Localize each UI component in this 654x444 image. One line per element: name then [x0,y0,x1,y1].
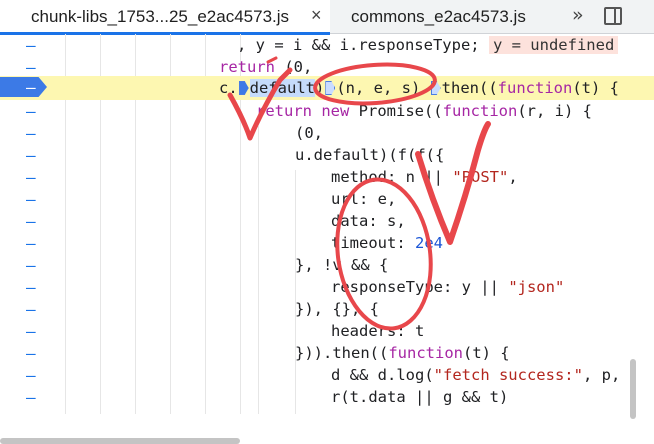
string-literal: "json" [508,278,565,296]
code-line[interactable]: – timeout: 2e4 [0,232,654,254]
code-text: (r, i) { [517,102,592,120]
inline-breakpoint-icon[interactable] [325,81,336,95]
tab-label: chunk-libs_1753...25_e2ac4573.js [31,7,290,26]
code-text: , p, [582,366,621,384]
vertical-scrollbar[interactable] [630,359,636,419]
string-literal: "fetch success:" [433,366,583,384]
code-line[interactable]: – u.default)(f(f({ [0,144,654,166]
line-marker[interactable]: – [26,278,36,297]
code-line[interactable]: – r(t.data || g && t) [0,386,654,408]
line-marker[interactable]: – [26,58,36,77]
current-execution-line[interactable]: – c. default) (n, e, s). then((function(t) … [0,76,654,100]
code-editor[interactable]: – , y = i && i.responseType; y = undefin… [0,34,654,444]
code-line[interactable]: – responseType: y || "json" [0,276,654,298]
line-marker[interactable]: – [26,36,36,55]
code-line[interactable]: – })).then((function(t) { [0,342,654,364]
line-marker[interactable]: – [26,102,36,121]
inline-value-badge: y = undefined [488,36,619,54]
code-text: method: n || [331,168,453,186]
line-marker[interactable]: – [26,388,36,407]
code-line[interactable]: – return new Promise((function(r, i) { [0,100,654,122]
toggle-sidebar-icon[interactable] [604,7,622,25]
inline-breakpoint-icon[interactable] [430,81,441,95]
execution-pointer-icon[interactable]: – [0,77,47,97]
code-text: then(( [441,79,498,97]
line-marker[interactable]: – [26,124,36,143]
code-text: (n, e, s). [336,79,430,97]
keyword: function [497,79,573,97]
code-text: d && d.log( [331,366,434,384]
line-marker: – [26,78,36,97]
code-text: c. [219,79,238,97]
code-text: }), {}, { [295,300,379,318]
line-marker[interactable]: – [26,190,36,209]
code-text: u.default)(f(f({ [295,146,445,164]
code-text: , [508,168,518,186]
line-marker[interactable]: – [26,234,36,253]
keyword: function [442,102,518,120]
line-marker[interactable]: – [26,146,36,165]
code-line[interactable]: – headers: t [0,320,654,342]
line-marker[interactable]: – [26,256,36,275]
line-marker[interactable]: – [26,168,36,187]
code-text: ) [315,79,325,97]
line-marker[interactable]: – [26,322,36,341]
inline-breakpoint-icon[interactable] [238,81,249,95]
code-line[interactable]: – d && d.log("fetch success:", p, [0,364,654,386]
number-literal: 2e4 [415,234,443,252]
tab-label: commons_e2ac4573.js [351,7,526,26]
code-text: (t) { [572,79,619,97]
horizontal-scrollbar[interactable] [0,438,240,444]
line-marker[interactable]: – [26,366,36,385]
keyword: function [388,344,463,362]
tab-commons[interactable]: commons_e2ac4573.js [351,0,526,34]
line-marker[interactable]: – [26,344,36,363]
code-line[interactable]: – , y = i && i.responseType; y = undefin… [0,34,654,56]
code-text: headers: t [331,322,425,340]
keyword: return [219,58,275,76]
code-text: timeout: [331,234,415,252]
code-text: url: e, [331,190,397,208]
editor-tab-bar: chunk-libs_1753...25_e2ac4573.js × commo… [0,0,654,35]
keyword: return new [256,102,359,120]
code-text: (0, [275,58,313,76]
more-tabs-icon[interactable]: » [572,4,584,26]
code-line[interactable]: – url: e, [0,188,654,210]
line-marker[interactable]: – [26,212,36,231]
code-line[interactable]: – return (0, [0,56,654,78]
code-line[interactable]: – data: s, [0,210,654,232]
code-text: r(t.data || g && t) [331,388,509,406]
string-literal: "POST" [452,168,509,186]
tab-chunk-libs[interactable]: chunk-libs_1753...25_e2ac4573.js × [0,0,330,35]
code-line[interactable]: – method: n || "POST", [0,166,654,188]
code-text: , y = i && i.responseType; [237,36,489,54]
code-line[interactable]: – }, !v && { [0,254,654,276]
code-text: }, !v && { [295,256,389,274]
code-text: data: s, [331,212,406,230]
code-text: Promise(( [358,102,443,120]
code-text: })).then(( [295,344,389,362]
line-marker[interactable]: – [26,300,36,319]
code-line[interactable]: – (0, [0,122,654,144]
code-line[interactable]: – }), {}, { [0,298,654,320]
highlighted-token: default [249,79,315,97]
code-text: (0, [295,124,323,142]
code-text: responseType: y || [331,278,509,296]
code-text: (t) { [462,344,510,362]
close-icon[interactable]: × [311,5,322,26]
